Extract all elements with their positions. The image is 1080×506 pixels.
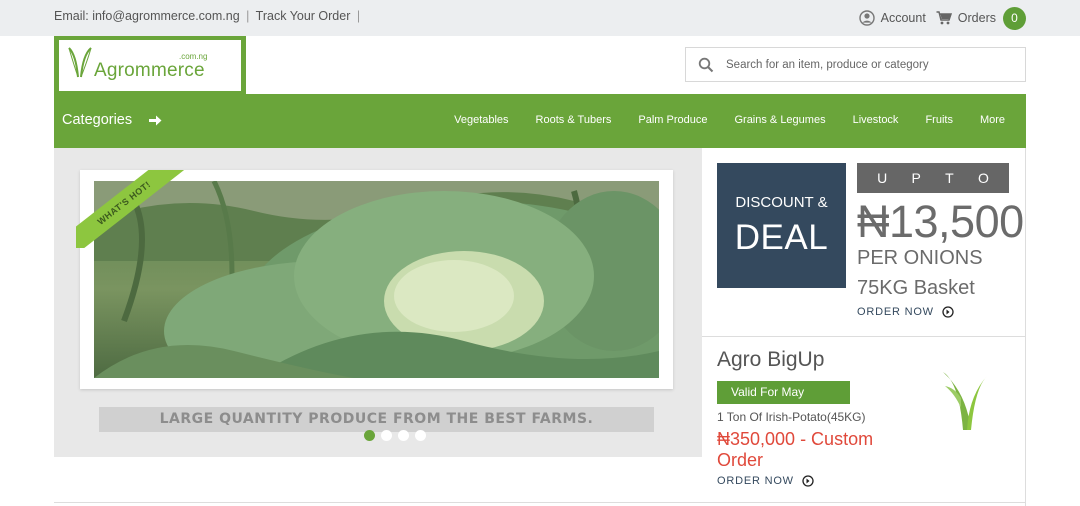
slide-caption: LARGE QUANTITY PRODUCE FROM THE BEST FAR… bbox=[99, 407, 654, 432]
upto-letter: P bbox=[911, 170, 921, 186]
bigup-product: 1 Ton Of Irish-Potato(45KG) bbox=[717, 410, 866, 424]
deal-basket: 75KG Basket bbox=[857, 277, 975, 299]
user-links: Account Orders 0 bbox=[849, 6, 1026, 30]
search-icon[interactable] bbox=[698, 57, 714, 73]
orders-link[interactable]: Orders 0 bbox=[936, 6, 1026, 30]
nav-link-roots-tubers[interactable]: Roots & Tubers bbox=[536, 114, 612, 126]
nav-link-palm-produce[interactable]: Palm Produce bbox=[638, 114, 707, 126]
circle-arrow-icon bbox=[942, 306, 954, 318]
nav-link-grains-legumes[interactable]: Grains & Legumes bbox=[734, 114, 825, 126]
upto-banner: U P T O bbox=[857, 163, 1009, 193]
whats-hot-ribbon: WHAT'S HOT! bbox=[76, 170, 196, 248]
orders-label: Orders bbox=[957, 11, 996, 25]
logo-wordmark: Agrommerce bbox=[94, 60, 205, 81]
deal-price: ₦13,500 bbox=[857, 196, 1024, 247]
order-now-label: ORDER NOW bbox=[717, 475, 794, 487]
sprout-icon bbox=[943, 372, 987, 430]
category-nav: Categories Vegetables Roots & Tubers Pal… bbox=[54, 94, 1026, 148]
circle-arrow-icon bbox=[802, 475, 814, 487]
upto-letter: O bbox=[977, 170, 989, 186]
ribbon-label: WHAT'S HOT! bbox=[76, 170, 186, 248]
nav-link-fruits[interactable]: Fruits bbox=[925, 114, 953, 126]
upto-letter: T bbox=[945, 170, 954, 186]
categories-label: Categories bbox=[62, 112, 133, 128]
bigup-order-now-link[interactable]: ORDER NOW bbox=[717, 475, 814, 487]
category-links: Vegetables Roots & Tubers Palm Produce G… bbox=[427, 114, 1005, 126]
content-divider bbox=[54, 502, 1026, 503]
arrow-right-icon bbox=[149, 115, 162, 125]
user-circle-icon bbox=[858, 10, 875, 26]
site-logo[interactable]: .com.ng Agrommerce bbox=[54, 36, 246, 96]
nav-link-livestock[interactable]: Livestock bbox=[853, 114, 899, 126]
slider-dot[interactable] bbox=[415, 430, 426, 441]
search-box bbox=[685, 47, 1026, 82]
top-bar: Email: info@agrommerce.com.ng | Track Yo… bbox=[0, 0, 1080, 36]
deal-line-2: DEAL bbox=[734, 218, 829, 257]
bigup-title: Agro BigUp bbox=[717, 348, 825, 371]
orders-count-badge: 0 bbox=[1003, 6, 1026, 30]
valid-badge: Valid For May bbox=[717, 381, 850, 404]
hero-slider[interactable]: WHAT'S HOT! LARGE QUANTITY PRODUCE FROM … bbox=[54, 148, 702, 457]
track-order-link[interactable]: Track Your Order bbox=[256, 9, 351, 23]
slider-dots bbox=[364, 430, 432, 441]
separator: | bbox=[246, 9, 250, 23]
account-link[interactable]: Account bbox=[858, 10, 926, 26]
slider-dot[interactable] bbox=[381, 430, 392, 441]
search-input[interactable] bbox=[726, 56, 1016, 74]
deal-unit: PER ONIONS bbox=[857, 247, 983, 269]
slider-dot[interactable] bbox=[398, 430, 409, 441]
upto-letter: U bbox=[877, 170, 888, 186]
cart-icon bbox=[936, 11, 952, 25]
nav-link-vegetables[interactable]: Vegetables bbox=[454, 114, 508, 126]
account-label: Account bbox=[880, 11, 926, 25]
order-now-label: ORDER NOW bbox=[857, 306, 934, 318]
promo-sidebar: DISCOUNT & DEAL U P T O ₦13,500 PER ONIO… bbox=[702, 148, 1026, 506]
contact-links: Email: info@agrommerce.com.ng | Track Yo… bbox=[54, 9, 363, 23]
deal-line-1: DISCOUNT & bbox=[735, 194, 828, 211]
bigup-price: ₦350,000 - Custom Order bbox=[717, 429, 874, 470]
separator: | bbox=[356, 9, 361, 23]
promo-divider bbox=[702, 336, 1026, 337]
sprout-logo-icon bbox=[68, 47, 92, 78]
deal-order-now-link[interactable]: ORDER NOW bbox=[857, 306, 954, 318]
nav-link-more[interactable]: More bbox=[980, 114, 1005, 126]
slider-dot[interactable] bbox=[364, 430, 375, 441]
categories-menu[interactable]: Categories bbox=[62, 112, 162, 128]
contact-email[interactable]: Email: info@agrommerce.com.ng bbox=[54, 9, 240, 23]
discount-deal-banner[interactable]: DISCOUNT & DEAL bbox=[717, 163, 846, 288]
